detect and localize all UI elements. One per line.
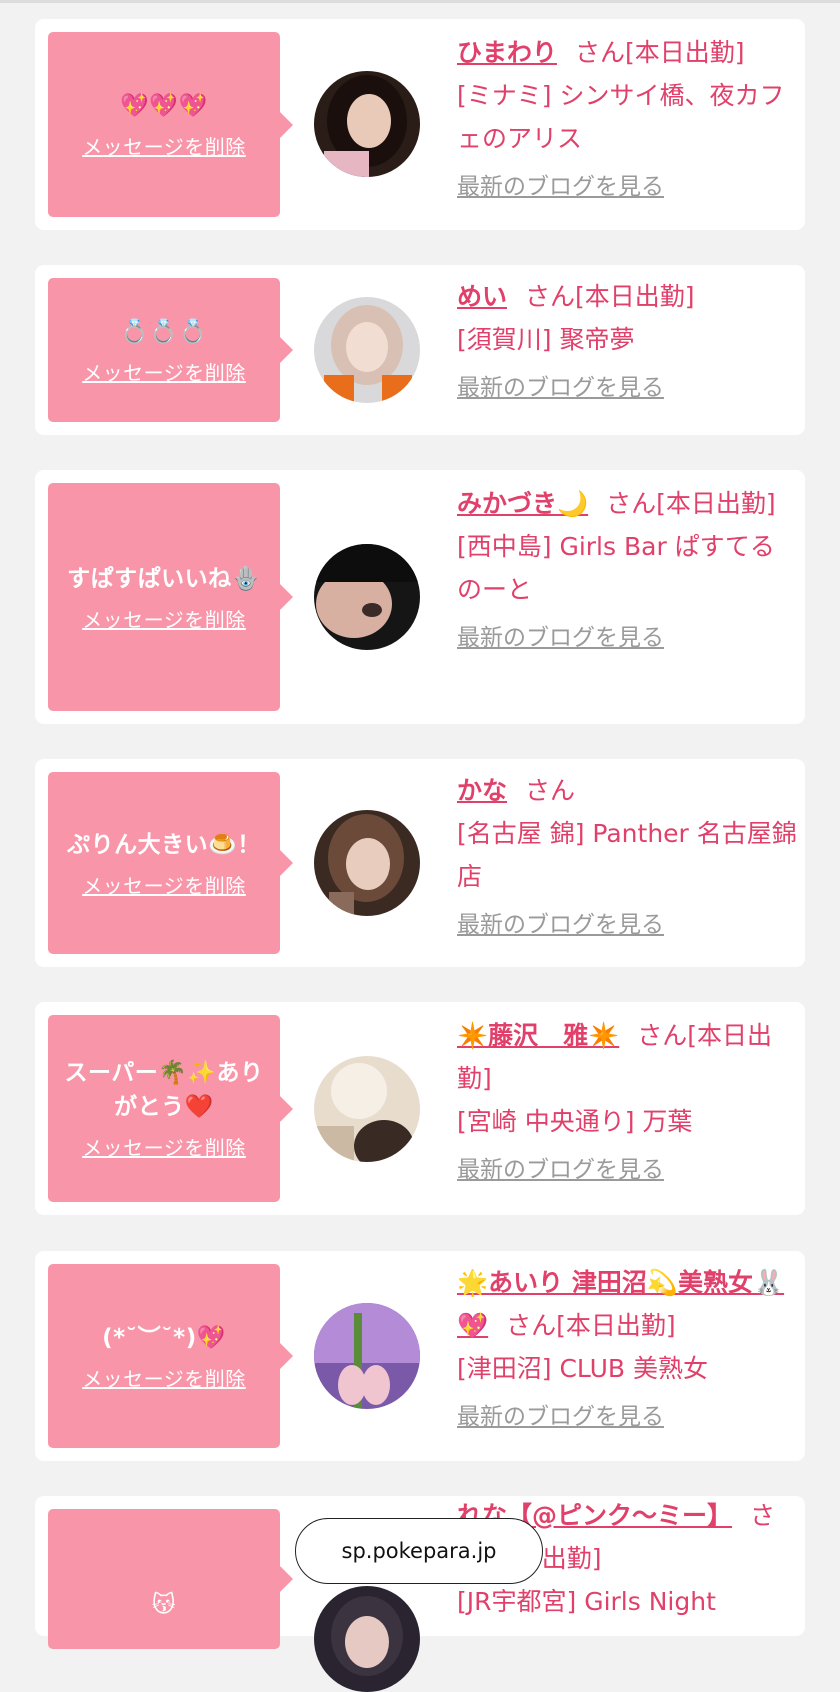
avatar[interactable] bbox=[314, 1586, 420, 1692]
honorific: さん bbox=[575, 38, 626, 67]
message-card: すぱすぱいいね🪬 メッセージを削除 みかづき🌙 さん[本日出勤] [西中島] Gi… bbox=[35, 470, 805, 724]
attendance-status: [本日出勤] bbox=[575, 282, 695, 311]
cast-name-link[interactable]: みかづき🌙 bbox=[457, 489, 588, 518]
message-text: 😽 bbox=[151, 1592, 177, 1618]
delete-message-link[interactable]: メッセージを削除 bbox=[82, 870, 246, 899]
attendance-status: [本日出勤] bbox=[625, 38, 745, 67]
url-bar[interactable]: sp.pokepara.jp bbox=[295, 1518, 543, 1584]
message-text: 💖💖💖 bbox=[120, 93, 208, 119]
message-card: 💍💍💍 メッセージを削除 めい さん[本日出勤] [須賀川] 聚帝夢 最新のブログ… bbox=[35, 265, 805, 435]
message-bubble: (*˘︶˘*)💖 メッセージを削除 bbox=[48, 1264, 293, 1448]
message-text: すぱすぱいいね🪬 bbox=[67, 565, 261, 592]
honorific: さん bbox=[525, 776, 576, 805]
attendance-status: [本日出勤] bbox=[656, 489, 776, 518]
shop-text: [名古屋 錦] Panther 名古屋錦店 bbox=[457, 819, 797, 891]
delete-message-link[interactable]: メッセージを削除 bbox=[82, 131, 246, 160]
message-bubble: 💍💍💍 メッセージを削除 bbox=[48, 278, 293, 422]
message-text: (*˘︶˘*)💖 bbox=[102, 1324, 226, 1351]
cast-info: めい さん[本日出勤] [須賀川] 聚帝夢 最新のブログを見る bbox=[457, 275, 797, 410]
latest-blog-link[interactable]: 最新のブログを見る bbox=[457, 904, 664, 947]
message-bubble: スーパー🌴✨ありがとう❤️ メッセージを削除 bbox=[48, 1015, 293, 1202]
shop-text: [西中島] Girls Bar ぱすてるのーと bbox=[457, 532, 775, 604]
avatar[interactable] bbox=[314, 71, 420, 177]
delete-message-link[interactable]: メッセージを削除 bbox=[82, 604, 246, 633]
shop-text: [JR宇都宮] Girls Night bbox=[457, 1587, 716, 1616]
attendance-status: [本日出勤] bbox=[556, 1311, 676, 1340]
honorific: さん bbox=[525, 282, 576, 311]
delete-message-link[interactable]: メッセージを削除 bbox=[82, 1132, 246, 1161]
avatar[interactable] bbox=[314, 297, 420, 403]
cast-name-link[interactable]: ひまわり bbox=[457, 38, 557, 67]
cast-info: 🌟あいり 津田沼💫美熟女🐰💖 さん[本日出勤] [津田沼] CLUB 美熟女 最新… bbox=[457, 1261, 797, 1439]
latest-blog-link[interactable]: 最新のブログを見る bbox=[457, 166, 664, 209]
delete-message-link[interactable]: メッセージを削除 bbox=[82, 1363, 246, 1392]
cast-info: ひまわり さん[本日出勤] [ミナミ] シンサイ橋、夜カフェのアリス 最新のブログ… bbox=[457, 31, 797, 209]
shop-text: [ミナミ] シンサイ橋、夜カフェのアリス bbox=[457, 81, 785, 153]
latest-blog-link[interactable]: 最新のブログを見る bbox=[457, 617, 664, 660]
shop-text: [宮崎 中央通り] 万葉 bbox=[457, 1107, 693, 1136]
cast-name-link[interactable]: めい bbox=[457, 282, 507, 311]
cast-name-link[interactable]: かな bbox=[457, 776, 507, 805]
url-text: sp.pokepara.jp bbox=[341, 1539, 497, 1563]
message-card: 💖💖💖 メッセージを削除 ひまわり さん[本日出勤] [ミナミ] シンサイ橋、夜カ… bbox=[35, 19, 805, 230]
delete-message-link[interactable]: メッセージを削除 bbox=[82, 357, 246, 386]
avatar[interactable] bbox=[314, 1303, 420, 1409]
message-card: (*˘︶˘*)💖 メッセージを削除 🌟あいり 津田沼💫美熟女🐰💖 さん[本日出勤]… bbox=[35, 1251, 805, 1461]
message-text: ぷりん大きい🍮！ bbox=[67, 831, 261, 858]
message-bubble: 😽 bbox=[48, 1509, 293, 1649]
message-text: 💍💍💍 bbox=[120, 318, 208, 345]
avatar[interactable] bbox=[314, 810, 420, 916]
top-divider bbox=[0, 0, 840, 3]
shop-text: [須賀川] 聚帝夢 bbox=[457, 325, 635, 354]
honorific: さん bbox=[506, 1311, 557, 1340]
cast-name-link[interactable]: ✴️藤沢 雅✴️ bbox=[457, 1021, 619, 1050]
latest-blog-link[interactable]: 最新のブログを見る bbox=[457, 1149, 664, 1192]
cast-info: みかづき🌙 さん[本日出勤] [西中島] Girls Bar ぱすてるのーと 最新… bbox=[457, 482, 797, 660]
message-card: スーパー🌴✨ありがとう❤️ メッセージを削除 ✴️藤沢 雅✴️ さん[本日出勤] … bbox=[35, 1002, 805, 1215]
avatar[interactable] bbox=[314, 1056, 420, 1162]
message-bubble: すぱすぱいいね🪬 メッセージを削除 bbox=[48, 483, 293, 711]
message-card: ぷりん大きい🍮！ メッセージを削除 かな さん [名古屋 錦] Panther 名… bbox=[35, 759, 805, 967]
cast-info: ✴️藤沢 雅✴️ さん[本日出勤] [宮崎 中央通り] 万葉 最新のブログを見る bbox=[457, 1014, 797, 1192]
latest-blog-link[interactable]: 最新のブログを見る bbox=[457, 367, 664, 410]
honorific: さん bbox=[606, 489, 657, 518]
honorific: さん bbox=[637, 1021, 688, 1050]
message-bubble: 💖💖💖 メッセージを削除 bbox=[48, 32, 293, 217]
avatar[interactable] bbox=[314, 544, 420, 650]
message-bubble: ぷりん大きい🍮！ メッセージを削除 bbox=[48, 772, 293, 954]
latest-blog-link[interactable]: 最新のブログを見る bbox=[457, 1396, 664, 1439]
cast-info: かな さん [名古屋 錦] Panther 名古屋錦店 最新のブログを見る bbox=[457, 769, 797, 947]
message-text: スーパー🌴✨ありがとう❤️ bbox=[64, 1060, 264, 1120]
shop-text: [津田沼] CLUB 美熟女 bbox=[457, 1354, 708, 1383]
